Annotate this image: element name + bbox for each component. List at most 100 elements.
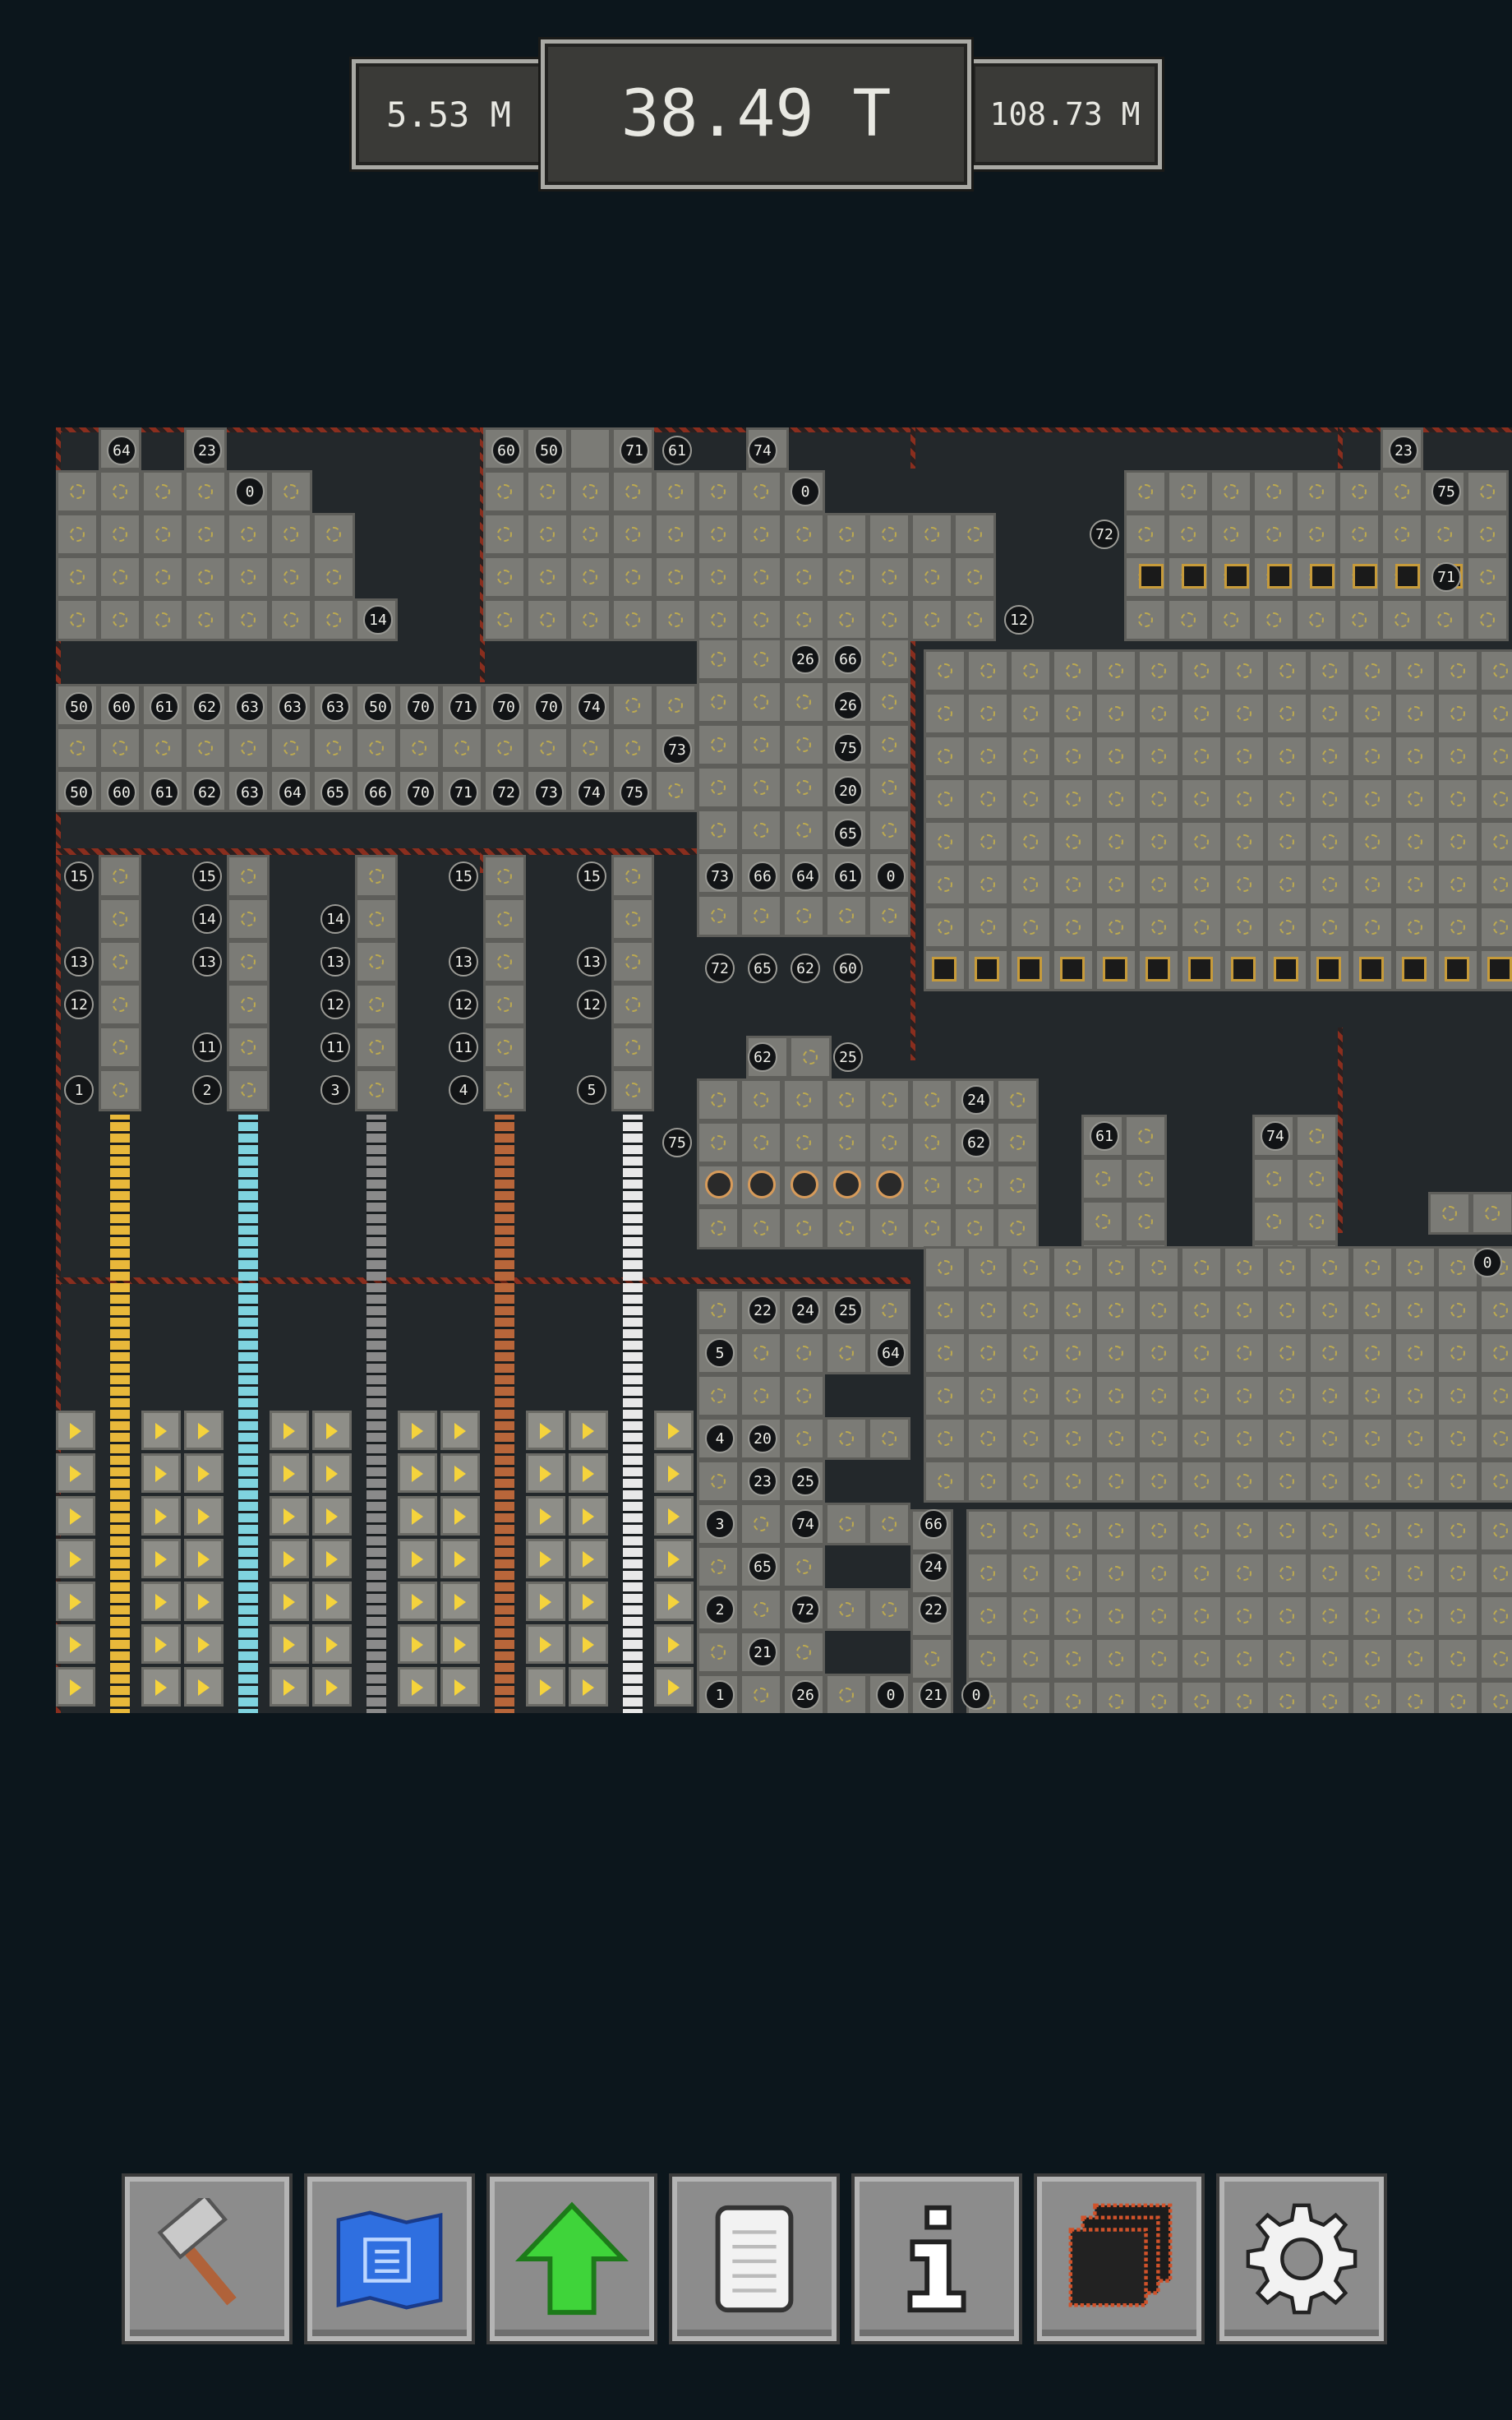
- factory-tile[interactable]: [99, 598, 141, 641]
- machine-block[interactable]: [1316, 957, 1341, 981]
- factory-tile[interactable]: [782, 1078, 825, 1121]
- factory-tile[interactable]: [227, 1026, 270, 1069]
- factory-tile[interactable]: [99, 727, 141, 769]
- factory-tile[interactable]: [483, 727, 526, 769]
- conveyor-arrow-tile[interactable]: [184, 1624, 224, 1664]
- factory-tile[interactable]: [868, 598, 910, 641]
- factory-tile[interactable]: [1180, 1637, 1223, 1680]
- factory-tile[interactable]: [483, 1069, 526, 1111]
- factory-tile[interactable]: [1265, 735, 1308, 778]
- factory-tile[interactable]: [1436, 1374, 1479, 1417]
- factory-tile[interactable]: [1394, 1552, 1436, 1595]
- conveyor-arrow-tile[interactable]: [526, 1453, 565, 1493]
- factory-tile[interactable]: [740, 1374, 782, 1417]
- factory-tile[interactable]: [1167, 513, 1210, 556]
- factory-tile[interactable]: [569, 513, 611, 556]
- factory-tile[interactable]: [1009, 1552, 1052, 1595]
- factory-tile[interactable]: [99, 940, 141, 983]
- factory-tile[interactable]: [1137, 735, 1180, 778]
- factory-tile[interactable]: [1137, 1332, 1180, 1374]
- factory-tile[interactable]: [1124, 1115, 1167, 1157]
- conveyor-arrow-tile[interactable]: [440, 1539, 480, 1578]
- factory-tile[interactable]: [868, 556, 910, 598]
- factory-tile[interactable]: [924, 1374, 966, 1417]
- conveyor-arrow-tile[interactable]: [440, 1624, 480, 1664]
- factory-tile[interactable]: [1052, 1460, 1095, 1503]
- machine-block[interactable]: [1188, 957, 1213, 981]
- factory-tile[interactable]: [868, 1289, 910, 1332]
- factory-tile[interactable]: [1436, 820, 1479, 863]
- conveyor-arrow-tile[interactable]: [398, 1411, 437, 1450]
- factory-tile[interactable]: [1052, 649, 1095, 692]
- factory-tile[interactable]: [1308, 863, 1351, 906]
- factory-tile[interactable]: [1394, 820, 1436, 863]
- factory-tile[interactable]: [270, 727, 312, 769]
- factory-tile[interactable]: [1351, 735, 1394, 778]
- factory-tile[interactable]: [1052, 1417, 1095, 1460]
- conveyor-arrow-tile[interactable]: [184, 1496, 224, 1536]
- factory-tile[interactable]: [654, 470, 697, 513]
- factory-tile[interactable]: [924, 1417, 966, 1460]
- factory-tile[interactable]: [1351, 778, 1394, 820]
- factory-tile[interactable]: [1308, 778, 1351, 820]
- conveyor-arrow-tile[interactable]: [440, 1411, 480, 1450]
- factory-tile[interactable]: [483, 940, 526, 983]
- factory-tile[interactable]: [825, 1674, 868, 1713]
- factory-tile[interactable]: [924, 692, 966, 735]
- conveyor-arrow-tile[interactable]: [56, 1411, 95, 1450]
- factory-tile[interactable]: [1351, 1332, 1394, 1374]
- factory-tile[interactable]: [1351, 692, 1394, 735]
- factory-tile[interactable]: [740, 1207, 782, 1249]
- factory-tile[interactable]: [312, 513, 355, 556]
- factory-tile[interactable]: [1436, 1509, 1479, 1552]
- factory-tile[interactable]: [782, 1332, 825, 1374]
- factory-tile[interactable]: [227, 898, 270, 940]
- upgrade-button[interactable]: [490, 2177, 654, 2341]
- factory-tile[interactable]: [782, 681, 825, 723]
- factory-tile[interactable]: [1394, 1460, 1436, 1503]
- factory-tile[interactable]: [184, 727, 227, 769]
- factory-tile[interactable]: [99, 1069, 141, 1111]
- factory-tile[interactable]: [953, 513, 996, 556]
- factory-tile[interactable]: [1436, 778, 1479, 820]
- factory-tile[interactable]: [1095, 735, 1137, 778]
- factory-tile[interactable]: [1351, 1460, 1394, 1503]
- factory-tile[interactable]: [782, 598, 825, 641]
- factory-tile[interactable]: [953, 556, 996, 598]
- conveyor-arrow-tile[interactable]: [654, 1539, 694, 1578]
- factory-tile[interactable]: [782, 1374, 825, 1417]
- factory-tile[interactable]: [1009, 1509, 1052, 1552]
- factory-tile[interactable]: [910, 1078, 953, 1121]
- factory-tile[interactable]: [782, 556, 825, 598]
- factory-tile[interactable]: [868, 766, 910, 809]
- factory-tile[interactable]: [966, 1460, 1009, 1503]
- factory-tile[interactable]: [825, 1503, 868, 1545]
- factory-tile[interactable]: [1210, 470, 1252, 513]
- factory-tile[interactable]: [1295, 1200, 1338, 1243]
- conveyor-arrow-tile[interactable]: [270, 1411, 309, 1450]
- factory-tile[interactable]: [1308, 1417, 1351, 1460]
- factory-tile[interactable]: [56, 556, 99, 598]
- factory-tile[interactable]: [1338, 513, 1381, 556]
- factory-tile[interactable]: [1351, 906, 1394, 949]
- factory-tile[interactable]: [782, 809, 825, 852]
- smelter-machine[interactable]: [833, 1171, 861, 1198]
- factory-tile[interactable]: [1338, 598, 1381, 641]
- factory-tile[interactable]: [1351, 1509, 1394, 1552]
- factory-tile[interactable]: [868, 723, 910, 766]
- factory-tile[interactable]: [1009, 1374, 1052, 1417]
- factory-tile[interactable]: [1252, 513, 1295, 556]
- factory-tile[interactable]: [1436, 863, 1479, 906]
- factory-tile[interactable]: [910, 598, 953, 641]
- factory-tile[interactable]: [227, 855, 270, 898]
- conveyor-arrow-tile[interactable]: [141, 1453, 181, 1493]
- factory-tile[interactable]: [1124, 1200, 1167, 1243]
- factory-tile[interactable]: [1137, 692, 1180, 735]
- factory-tile[interactable]: [1351, 1637, 1394, 1680]
- factory-tile[interactable]: [1308, 1289, 1351, 1332]
- conveyor-arrow-tile[interactable]: [654, 1667, 694, 1706]
- conveyor-arrow-tile[interactable]: [569, 1539, 608, 1578]
- factory-tile[interactable]: [1052, 735, 1095, 778]
- factory-tile[interactable]: [1428, 1192, 1471, 1235]
- factory-tile[interactable]: [740, 1588, 782, 1631]
